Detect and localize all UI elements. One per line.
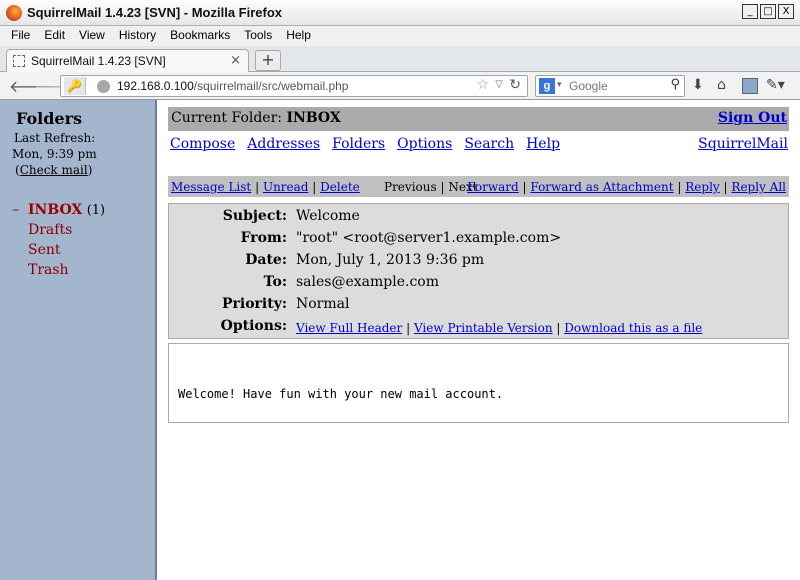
url-dropdown-icon[interactable]: ▽ bbox=[495, 79, 503, 90]
reply-all-link[interactable]: Reply All bbox=[731, 180, 786, 194]
forward-attachment-link[interactable]: Forward as Attachment bbox=[530, 180, 673, 194]
globe-icon bbox=[97, 80, 110, 93]
avatar-icon[interactable] bbox=[742, 78, 758, 94]
google-engine-icon[interactable]: g bbox=[539, 78, 555, 94]
options-row: Options: View Full Header | View Printab… bbox=[220, 318, 703, 335]
message-list-link[interactable]: Message List bbox=[171, 180, 251, 194]
options-links: View Full Header | View Printable Versio… bbox=[296, 321, 703, 335]
folder-list: – INBOX (1) Drafts Sent Trash bbox=[12, 200, 105, 280]
search-icon[interactable]: ⚲ bbox=[670, 77, 680, 92]
to-row: To: sales@example.com bbox=[263, 274, 440, 290]
previous-label: Previous bbox=[384, 180, 437, 194]
message-toolbar: Message List | Unread | Delete Previous … bbox=[168, 176, 789, 197]
navigation-toolbar: 🡐 🡒 🔑 192.168.0.100/squirrelmail/src/web… bbox=[0, 72, 800, 100]
menubar: File Edit View History Bookmarks Tools Help bbox=[0, 26, 800, 46]
download-file-link[interactable]: Download this as a file bbox=[564, 321, 702, 335]
url-bar[interactable]: 🔑 192.168.0.100/squirrelmail/src/webmail… bbox=[60, 75, 528, 97]
menu-tools[interactable]: Tools bbox=[237, 26, 279, 44]
folder-name[interactable]: INBOX bbox=[28, 202, 82, 218]
menu-view[interactable]: View bbox=[72, 26, 112, 44]
folder-item-inbox[interactable]: – INBOX (1) bbox=[12, 200, 105, 220]
tab-close-icon[interactable]: × bbox=[230, 53, 241, 68]
folder-name[interactable]: Drafts bbox=[28, 222, 72, 238]
sign-out-link[interactable]: Sign Out bbox=[718, 110, 787, 126]
message-pane: Current Folder: INBOX Sign Out Compose Ad… bbox=[159, 100, 800, 580]
new-tab-button[interactable]: + bbox=[255, 50, 281, 71]
subject-value: Welcome bbox=[296, 208, 360, 224]
tab-squirrelmail[interactable]: SquirrelMail 1.4.23 [SVN] × bbox=[6, 49, 249, 73]
delete-link[interactable]: Delete bbox=[320, 180, 360, 194]
engine-dropdown-icon[interactable]: ▾ bbox=[557, 80, 562, 90]
compose-link[interactable]: Compose bbox=[170, 136, 235, 152]
url-text[interactable]: 192.168.0.100/squirrelmail/src/webmail.p… bbox=[117, 79, 348, 93]
view-printable-link[interactable]: View Printable Version bbox=[414, 321, 553, 335]
reload-icon[interactable]: ↻ bbox=[509, 77, 521, 93]
search-link[interactable]: Search bbox=[464, 136, 514, 152]
reply-link[interactable]: Reply bbox=[685, 180, 719, 194]
page-content: Folders Last Refresh: Mon, 9:39 pm (Chec… bbox=[0, 100, 800, 580]
close-window-button[interactable]: X bbox=[778, 4, 794, 19]
search-box[interactable]: g ▾ ⚲ bbox=[535, 75, 685, 97]
last-refresh-label: Last Refresh: bbox=[14, 131, 96, 145]
priority-value: Normal bbox=[296, 296, 350, 312]
from-row: From: "root" <root@server1.example.com> bbox=[240, 230, 562, 246]
options-link[interactable]: Options bbox=[397, 136, 452, 152]
last-refresh-time: Mon, 9:39 pm bbox=[12, 147, 97, 161]
date-row: Date: Mon, July 1, 2013 9:36 pm bbox=[245, 252, 485, 268]
key-icon[interactable]: 🔑 bbox=[64, 77, 86, 95]
bookmark-star-icon[interactable]: ☆ bbox=[476, 77, 489, 93]
unread-link[interactable]: Unread bbox=[263, 180, 309, 194]
subject-row: Subject: Welcome bbox=[222, 208, 360, 224]
tab-strip: SquirrelMail 1.4.23 [SVN] × + bbox=[0, 46, 800, 73]
view-full-header-link[interactable]: View Full Header bbox=[296, 321, 402, 335]
unread-count: (1) bbox=[86, 203, 106, 218]
maximize-button[interactable]: □ bbox=[760, 4, 776, 19]
minimize-button[interactable]: _ bbox=[742, 4, 758, 19]
folders-heading: Folders bbox=[15, 109, 83, 128]
page-favicon-icon bbox=[13, 55, 25, 67]
priority-row: Priority: Normal bbox=[221, 296, 350, 312]
current-folder-bar: Current Folder: INBOX Sign Out bbox=[168, 107, 789, 131]
tools-icon[interactable]: ✎▾ bbox=[766, 77, 785, 93]
menu-bookmarks[interactable]: Bookmarks bbox=[163, 26, 237, 44]
from-value: "root" <root@server1.example.com> bbox=[296, 230, 562, 246]
message-body-text: Welcome! Have fun with your new mail acc… bbox=[178, 387, 504, 401]
download-icon[interactable]: ⬇ bbox=[692, 77, 704, 93]
menu-help[interactable]: Help bbox=[279, 26, 318, 44]
window-titlebar: SquirrelMail 1.4.23 [SVN] - Mozilla Fire… bbox=[0, 0, 800, 26]
window-title: SquirrelMail 1.4.23 [SVN] - Mozilla Fire… bbox=[27, 5, 283, 20]
menu-file[interactable]: File bbox=[0, 26, 37, 44]
folder-name[interactable]: Sent bbox=[28, 242, 61, 258]
tab-label: SquirrelMail 1.4.23 [SVN] bbox=[31, 54, 166, 68]
menu-edit[interactable]: Edit bbox=[37, 26, 72, 44]
folder-name[interactable]: Trash bbox=[28, 262, 69, 278]
message-body: Welcome! Have fun with your new mail acc… bbox=[168, 343, 789, 423]
folder-item-trash[interactable]: Trash bbox=[12, 260, 105, 280]
menu-history[interactable]: History bbox=[112, 26, 163, 44]
squirrelmail-link[interactable]: SquirrelMail bbox=[698, 136, 788, 152]
folder-pane: Folders Last Refresh: Mon, 9:39 pm (Chec… bbox=[0, 100, 157, 580]
help-link[interactable]: Help bbox=[526, 136, 560, 152]
check-mail-link[interactable]: Check mail bbox=[20, 163, 88, 177]
to-value: sales@example.com bbox=[296, 274, 440, 290]
folders-link[interactable]: Folders bbox=[332, 136, 385, 152]
message-headers: Subject: Welcome From: "root" <root@serv… bbox=[168, 203, 789, 339]
current-folder: Current Folder: INBOX bbox=[171, 110, 341, 126]
addresses-link[interactable]: Addresses bbox=[247, 136, 320, 152]
folder-item-drafts[interactable]: Drafts bbox=[12, 220, 105, 240]
collapse-dash-icon[interactable]: – bbox=[12, 200, 28, 220]
firefox-icon bbox=[6, 5, 22, 21]
forward-link[interactable]: Forward bbox=[467, 180, 518, 194]
check-mail: (Check mail) bbox=[15, 163, 93, 177]
date-value: Mon, July 1, 2013 9:36 pm bbox=[296, 252, 485, 268]
home-icon[interactable]: ⌂ bbox=[717, 77, 726, 93]
search-input[interactable] bbox=[569, 79, 664, 93]
folder-item-sent[interactable]: Sent bbox=[12, 240, 105, 260]
main-nav: Compose Addresses Folders Options Search Help bbox=[170, 136, 572, 152]
